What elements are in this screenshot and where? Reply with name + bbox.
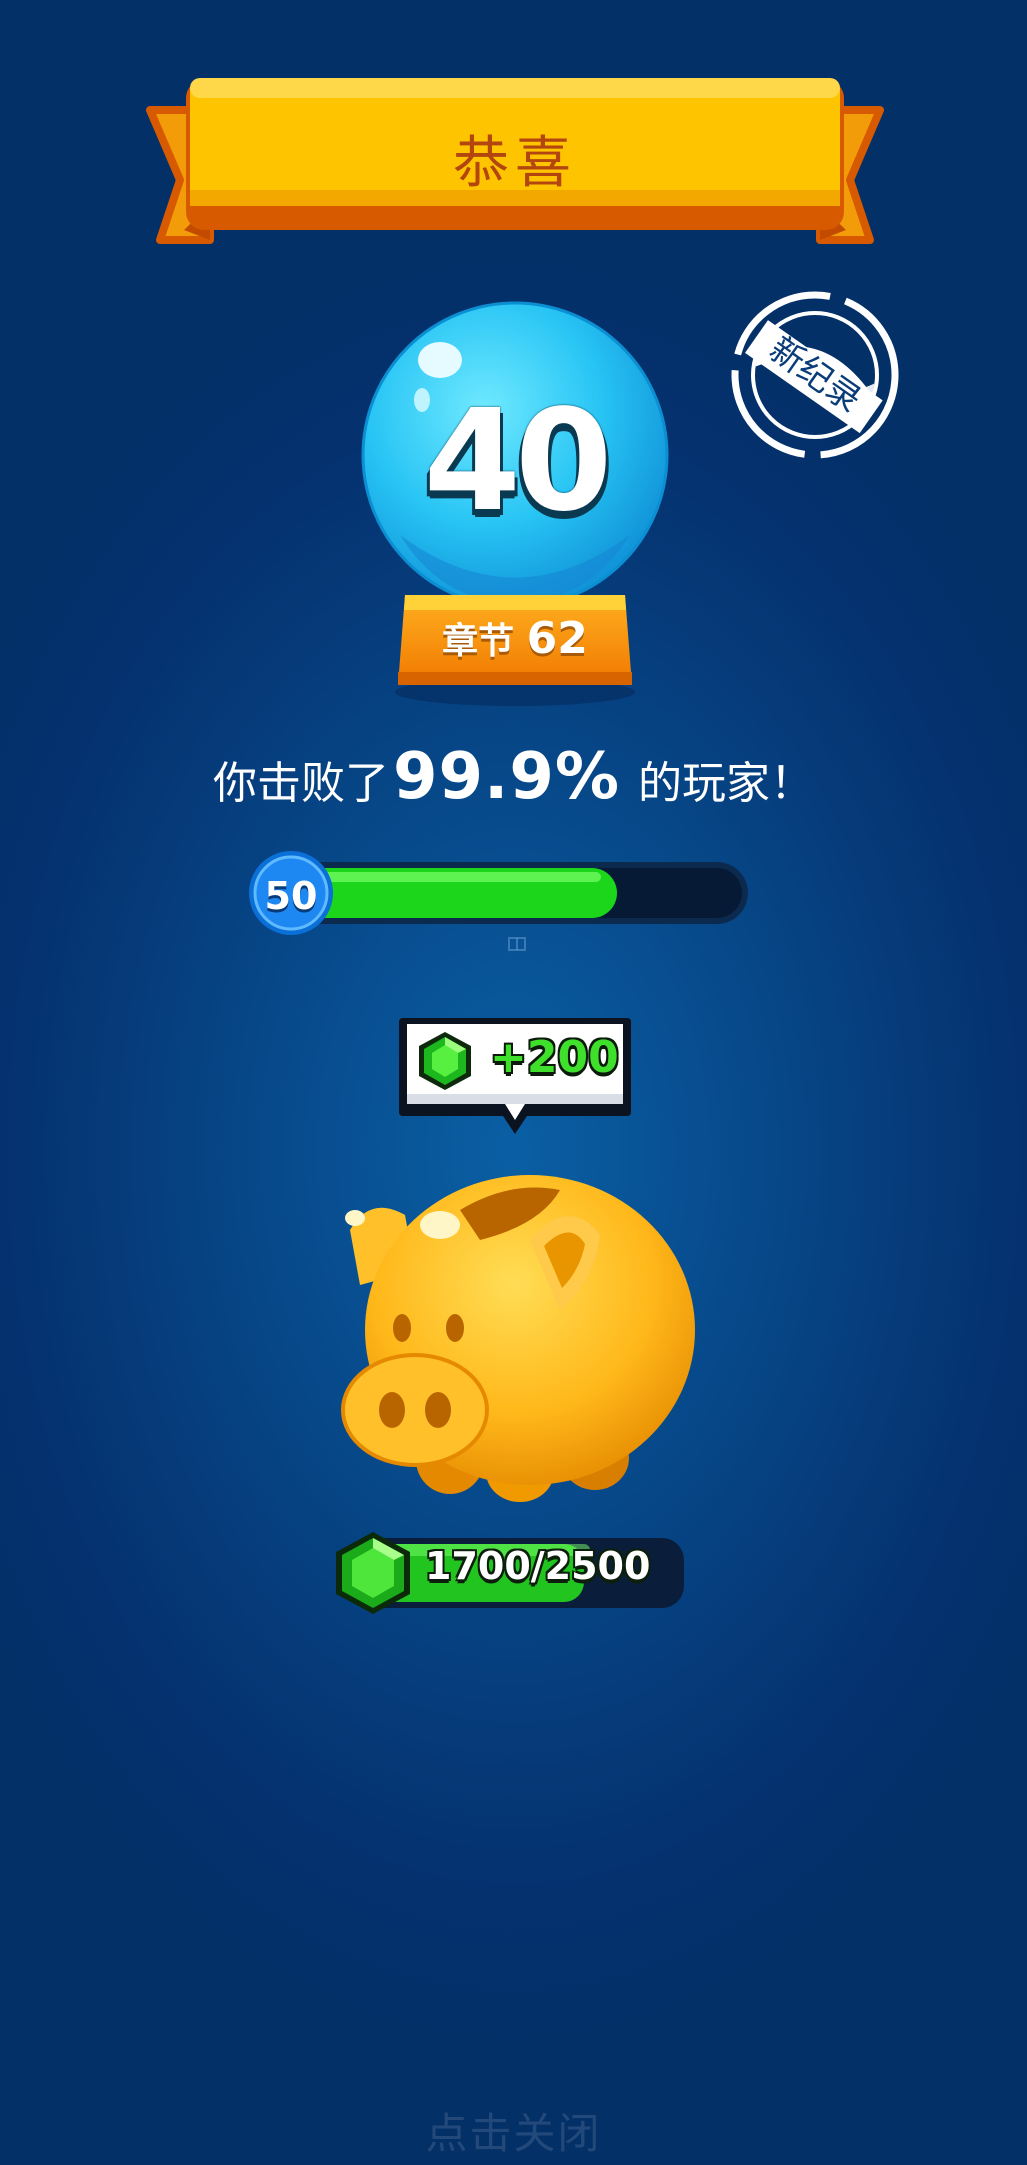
defeat-percent: 99.9% <box>392 740 621 814</box>
tap-to-close-hint[interactable]: 点击关闭 <box>0 2100 1027 2161</box>
level-globe: 40 章节 62 <box>360 300 670 710</box>
reward-bubble: +200 <box>395 1012 635 1140</box>
new-record-stamp: 新纪录 <box>725 285 905 465</box>
level-number: 40 <box>423 380 613 543</box>
piggy-bank[interactable] <box>330 1160 700 1510</box>
level-badge: 50 <box>264 874 318 918</box>
title-banner: 恭喜 <box>140 70 890 260</box>
banner-title: 恭喜 <box>453 131 577 196</box>
gem-bank-bar: 1700/2500 <box>330 1530 686 1616</box>
chapter-number: 62 <box>526 613 588 664</box>
reward-amount: +200 <box>490 1032 619 1083</box>
faint-gift-icon <box>505 930 529 954</box>
piggy-bank-icon <box>341 1175 695 1502</box>
chapter-text: 章节 <box>442 621 515 662</box>
bank-amount: 1700/2500 <box>425 1544 651 1588</box>
level-progress-bar: 50 <box>248 850 752 942</box>
defeat-suffix: 的玩家！ <box>624 758 815 809</box>
progress-fill-highlight <box>308 872 601 882</box>
chapter-label: 章节 62 <box>360 612 670 664</box>
defeat-percentage-text: 你击败了99.9% 的玩家！ <box>0 740 1027 814</box>
defeat-prefix: 你击败了 <box>212 758 389 809</box>
